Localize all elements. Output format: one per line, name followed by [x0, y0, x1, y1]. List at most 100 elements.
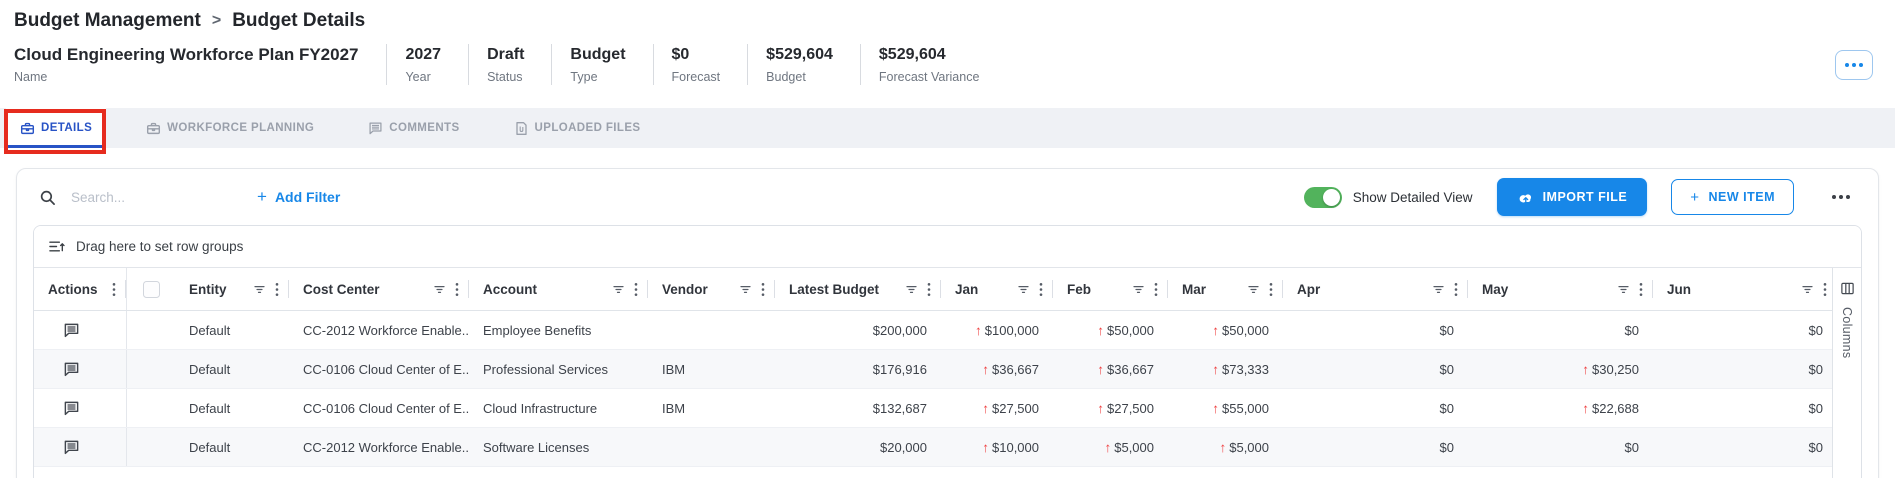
breadcrumb-budget-management[interactable]: Budget Management [14, 10, 201, 32]
cell-may[interactable]: ↑$22,688 [1468, 389, 1653, 427]
column-header-select[interactable] [127, 268, 175, 310]
cell-feb[interactable]: ↑$36,667 [1053, 350, 1168, 388]
cell-select[interactable] [127, 311, 175, 349]
cell-jun[interactable]: $0 [1653, 311, 1833, 349]
tab-workforce-planning[interactable]: WORKFORCE PLANNING [132, 108, 328, 148]
cell-latest_budget[interactable]: $132,687 [775, 389, 941, 427]
filter-icon[interactable] [253, 283, 266, 296]
filter-icon[interactable] [433, 283, 446, 296]
kebab-menu-icon[interactable] [1454, 282, 1458, 297]
comment-button[interactable] [61, 359, 82, 380]
kebab-menu-icon[interactable] [275, 282, 279, 297]
filter-icon[interactable] [905, 283, 918, 296]
column-header-vendor[interactable]: Vendor [648, 268, 775, 310]
cell-account[interactable]: Cloud Infrastructure [469, 389, 648, 427]
filter-icon[interactable] [1017, 283, 1030, 296]
cell-mar[interactable]: ↑$5,000 [1168, 428, 1283, 466]
cell-cost_center[interactable]: CC-2012 Workforce Enable... [289, 311, 469, 349]
show-detailed-view-toggle[interactable] [1304, 187, 1342, 208]
kebab-menu-icon[interactable] [1269, 282, 1273, 297]
cell-account[interactable]: Software Licenses [469, 428, 648, 466]
search-input[interactable] [69, 189, 223, 206]
cell-actions[interactable] [34, 389, 127, 427]
kebab-menu-icon[interactable] [1154, 282, 1158, 297]
columns-panel-tab[interactable]: Columns [1832, 268, 1861, 478]
cell-jan[interactable]: ↑$27,500 [941, 389, 1053, 427]
cell-jan[interactable]: ↑$100,000 [941, 311, 1053, 349]
cell-vendor[interactable]: IBM [648, 389, 775, 427]
column-header-actions[interactable]: Actions [34, 268, 127, 310]
cell-jun[interactable]: $0 [1653, 389, 1833, 427]
kebab-menu-icon[interactable] [1823, 282, 1827, 297]
cell-latest_budget[interactable]: $176,916 [775, 350, 941, 388]
column-header-jan[interactable]: Jan [941, 268, 1053, 310]
kebab-menu-icon[interactable] [112, 282, 116, 297]
import-file-button[interactable]: IMPORT FILE [1497, 178, 1648, 216]
filter-icon[interactable] [612, 283, 625, 296]
cell-apr[interactable]: $0 [1283, 350, 1468, 388]
cell-select[interactable] [127, 350, 175, 388]
cell-mar[interactable]: ↑$50,000 [1168, 311, 1283, 349]
cell-latest_budget[interactable]: $200,000 [775, 311, 941, 349]
cell-entity[interactable]: Default [175, 428, 289, 466]
kebab-menu-icon[interactable] [1639, 282, 1643, 297]
add-filter-button[interactable]: + Add Filter [251, 188, 346, 206]
cell-feb[interactable]: ↑$50,000 [1053, 311, 1168, 349]
cell-entity[interactable]: Default [175, 311, 289, 349]
row-group-dropzone[interactable]: Drag here to set row groups [34, 226, 1861, 268]
filter-icon[interactable] [1617, 283, 1630, 296]
tab-uploaded-files[interactable]: UPLOADED FILES [500, 108, 655, 148]
comment-button[interactable] [61, 398, 82, 419]
new-item-button[interactable]: + NEW ITEM [1671, 179, 1794, 215]
cell-apr[interactable]: $0 [1283, 428, 1468, 466]
cell-select[interactable] [127, 389, 175, 427]
filter-icon[interactable] [739, 283, 752, 296]
cell-account[interactable]: Professional Services [469, 350, 648, 388]
cell-may[interactable]: $0 [1468, 428, 1653, 466]
column-header-account[interactable]: Account [469, 268, 648, 310]
cell-entity[interactable]: Default [175, 350, 289, 388]
column-header-feb[interactable]: Feb [1053, 268, 1168, 310]
tab-details[interactable]: DETAILS [6, 108, 106, 148]
cell-jun[interactable]: $0 [1653, 428, 1833, 466]
kebab-menu-icon[interactable] [761, 282, 765, 297]
cell-cost_center[interactable]: CC-2012 Workforce Enable... [289, 428, 469, 466]
kebab-menu-icon[interactable] [634, 282, 638, 297]
kebab-menu-icon[interactable] [455, 282, 459, 297]
comment-button[interactable] [61, 320, 82, 341]
column-header-entity[interactable]: Entity [175, 268, 289, 310]
filter-icon[interactable] [1432, 283, 1445, 296]
kebab-menu-icon[interactable] [927, 282, 931, 297]
cell-cost_center[interactable]: CC-0106 Cloud Center of E... [289, 350, 469, 388]
cell-vendor[interactable] [648, 311, 775, 349]
cell-actions[interactable] [34, 311, 127, 349]
header-more-button[interactable] [1835, 50, 1873, 80]
cell-vendor[interactable] [648, 428, 775, 466]
column-header-apr[interactable]: Apr [1283, 268, 1468, 310]
tab-comments[interactable]: COMMENTS [354, 108, 473, 148]
cell-latest_budget[interactable]: $20,000 [775, 428, 941, 466]
cell-apr[interactable]: $0 [1283, 389, 1468, 427]
comment-button[interactable] [61, 437, 82, 458]
column-header-may[interactable]: May [1468, 268, 1653, 310]
cell-vendor[interactable]: IBM [648, 350, 775, 388]
cell-mar[interactable]: ↑$73,333 [1168, 350, 1283, 388]
column-header-latest_budget[interactable]: Latest Budget [775, 268, 941, 310]
cell-actions[interactable] [34, 350, 127, 388]
cell-select[interactable] [127, 428, 175, 466]
cell-jun[interactable]: $0 [1653, 350, 1833, 388]
filter-icon[interactable] [1132, 283, 1145, 296]
cell-feb[interactable]: ↑$27,500 [1053, 389, 1168, 427]
cell-feb[interactable]: ↑$5,000 [1053, 428, 1168, 466]
cell-may[interactable]: ↑$30,250 [1468, 350, 1653, 388]
cell-may[interactable]: $0 [1468, 311, 1653, 349]
toolbar-more-button[interactable] [1826, 194, 1856, 200]
cell-account[interactable]: Employee Benefits [469, 311, 648, 349]
cell-cost_center[interactable]: CC-0106 Cloud Center of E... [289, 389, 469, 427]
cell-apr[interactable]: $0 [1283, 311, 1468, 349]
cell-actions[interactable] [34, 428, 127, 466]
kebab-menu-icon[interactable] [1039, 282, 1043, 297]
select-all-checkbox[interactable] [143, 281, 160, 298]
filter-icon[interactable] [1801, 283, 1814, 296]
column-header-mar[interactable]: Mar [1168, 268, 1283, 310]
